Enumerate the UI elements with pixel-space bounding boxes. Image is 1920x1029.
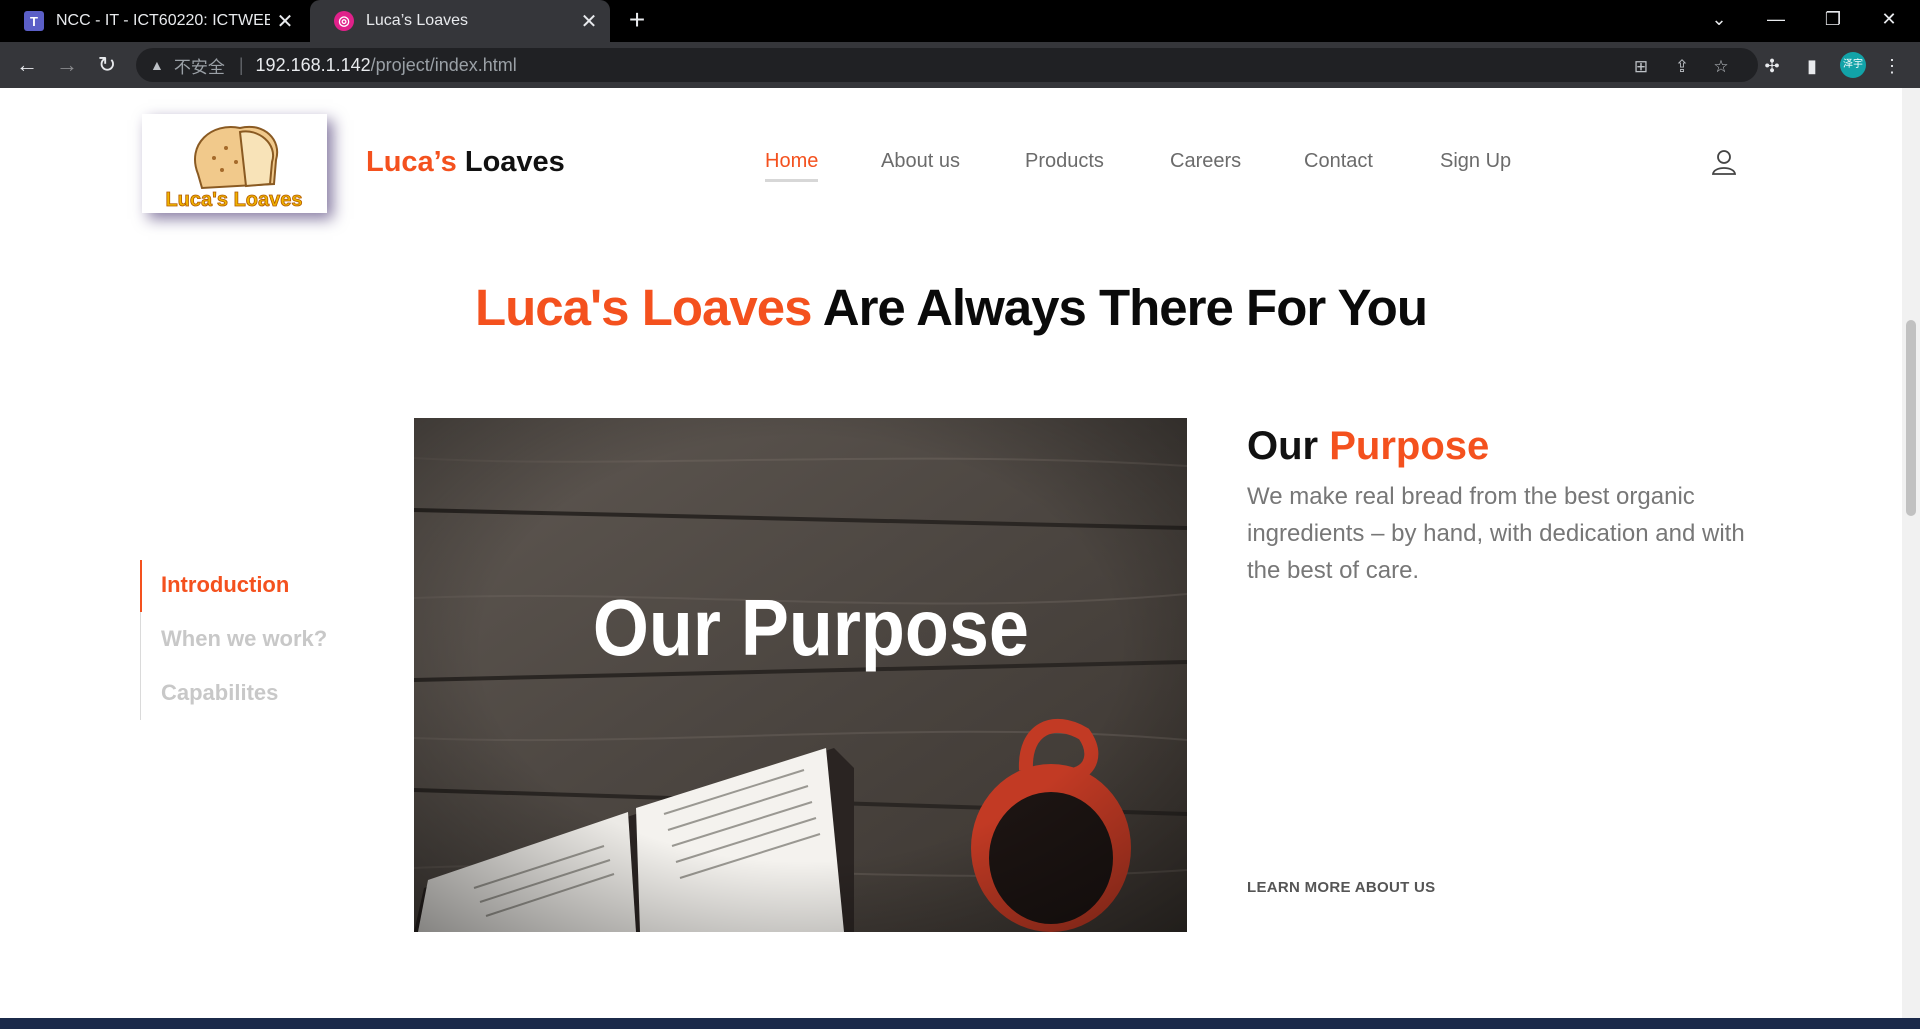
- active-marker: [140, 560, 142, 612]
- page-headline: Luca's Loaves Are Always There For You: [0, 278, 1902, 337]
- brand-rest: Loaves: [464, 146, 565, 178]
- warning-icon[interactable]: ▲: [150, 57, 164, 73]
- web-page: Luca's Loaves Luca’s Loaves Home About u…: [0, 88, 1902, 1018]
- logo-text: Luca's Loaves: [165, 189, 302, 211]
- teams-icon: T: [24, 11, 44, 31]
- url-host: 192.168.1.142: [255, 54, 371, 75]
- close-tab-icon[interactable]: ✕: [270, 9, 300, 34]
- brand-name[interactable]: Luca’s Loaves: [366, 146, 565, 179]
- close-tab-icon[interactable]: ✕: [574, 9, 604, 34]
- extensions-icon[interactable]: ✣: [1760, 54, 1784, 78]
- forward-icon[interactable]: →: [52, 50, 82, 80]
- menu-icon[interactable]: ⋮: [1880, 54, 1904, 78]
- nav-sign-up[interactable]: Sign Up: [1440, 150, 1511, 173]
- purpose-photo: Our Purpose: [414, 418, 1187, 932]
- tab-label: NCC - IT - ICT60220: ICTWEB5: [56, 12, 270, 29]
- bookmark-star-icon[interactable]: ☆: [1710, 56, 1732, 78]
- security-label[interactable]: 不安全: [174, 53, 225, 78]
- tab-lucas-loaves[interactable]: ◎ Luca’s Loaves ✕: [310, 0, 610, 42]
- nav-products[interactable]: Products: [1025, 150, 1104, 173]
- share-icon[interactable]: ⇪: [1671, 56, 1693, 78]
- tab-label: Luca’s Loaves: [366, 12, 468, 29]
- reload-icon[interactable]: ↻: [92, 50, 122, 80]
- browser-toolbar: ← → ↻ ▲ 不安全 | 192.168.1.142 /project/ind…: [0, 42, 1920, 88]
- divider: |: [238, 54, 244, 75]
- purpose-title-accent: Purpose: [1329, 424, 1490, 468]
- user-account-icon[interactable]: [1710, 148, 1738, 176]
- site-favicon-icon: ◎: [334, 11, 354, 31]
- side-nav-introduction[interactable]: Introduction: [161, 572, 289, 598]
- minimize-icon[interactable]: —: [1749, 0, 1803, 42]
- close-window-icon[interactable]: ✕: [1862, 0, 1916, 42]
- restore-icon[interactable]: ❐: [1806, 0, 1860, 42]
- side-nav-capabilites[interactable]: Capabilites: [161, 680, 278, 706]
- page-scrollbar[interactable]: [1902, 88, 1920, 1018]
- headline-accent: Luca's Loaves: [475, 279, 812, 336]
- browser-tab-strip: T NCC - IT - ICT60220: ICTWEB5 ✕ ◎ Luca’…: [0, 0, 1920, 42]
- translate-icon[interactable]: ⊞: [1630, 56, 1652, 78]
- bread-logo-icon: Luca's Loaves: [142, 114, 327, 213]
- purpose-title-plain: Our: [1247, 424, 1319, 468]
- side-nav-when-we-work[interactable]: When we work?: [161, 626, 327, 652]
- section-side-nav: Introduction When we work? Capabilites: [140, 560, 340, 720]
- back-icon[interactable]: ←: [12, 50, 42, 80]
- url-path: /project/index.html: [370, 54, 517, 75]
- nav-about-us[interactable]: About us: [881, 150, 960, 173]
- new-tab-button[interactable]: +: [622, 6, 652, 36]
- purpose-description: We make real bread from the best organic…: [1247, 483, 1745, 584]
- tab-ncc[interactable]: T NCC - IT - ICT60220: ICTWEB5 ✕: [0, 0, 306, 42]
- address-bar[interactable]: ▲ 不安全 | 192.168.1.142 /project/index.htm…: [136, 48, 1758, 82]
- site-logo[interactable]: Luca's Loaves: [142, 114, 327, 213]
- photo-caption: Our Purpose: [593, 584, 1029, 673]
- purpose-title: Our Purpose: [1247, 424, 1489, 469]
- nav-home[interactable]: Home: [765, 150, 819, 182]
- wooden-table-image: Our Purpose: [414, 418, 1187, 932]
- page-footer-edge: [0, 1018, 1920, 1029]
- nav-careers[interactable]: Careers: [1170, 150, 1241, 173]
- learn-more-link[interactable]: LEARN MORE ABOUT US: [1247, 879, 1435, 896]
- profile-avatar[interactable]: 泽宇: [1840, 52, 1866, 78]
- side-panel-icon[interactable]: ▮: [1800, 54, 1824, 78]
- headline-rest: Are Always There For You: [822, 279, 1428, 336]
- nav-contact[interactable]: Contact: [1304, 150, 1373, 173]
- scrollbar-thumb[interactable]: [1906, 320, 1916, 516]
- brand-accent: Luca’s: [366, 146, 457, 178]
- tab-search-icon[interactable]: ⌄: [1692, 0, 1746, 42]
